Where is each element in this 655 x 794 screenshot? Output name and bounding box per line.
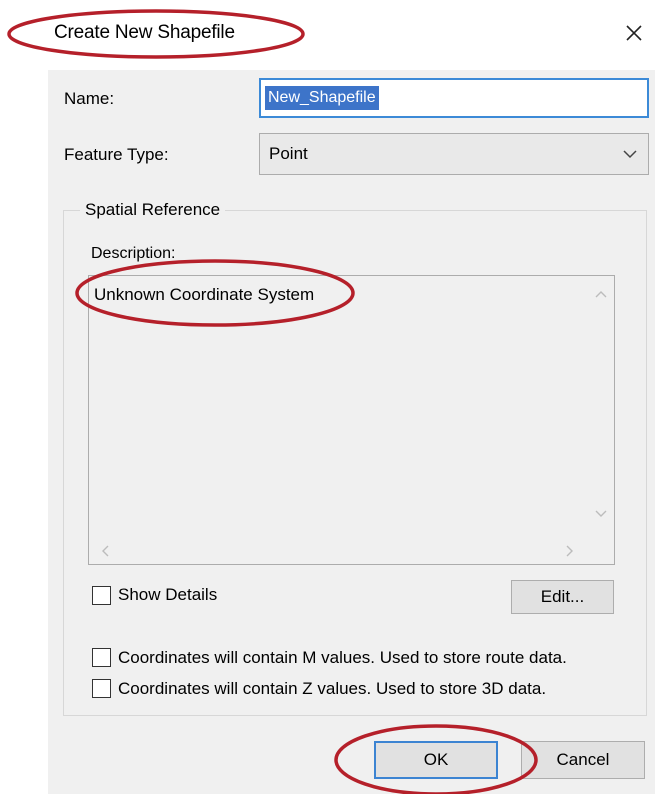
show-details-label: Show Details	[118, 585, 218, 604]
name-label: Name:	[64, 89, 115, 108]
close-icon	[626, 25, 642, 41]
name-input-value: New_Shapefile	[265, 86, 379, 110]
scroll-right-icon	[566, 545, 573, 557]
description-textarea[interactable]: Unknown Coordinate System	[88, 275, 615, 565]
scroll-down-icon	[595, 510, 607, 517]
z-values-label: Coordinates will contain Z values. Used …	[118, 679, 547, 698]
cancel-button[interactable]: Cancel	[521, 741, 645, 779]
m-values-label: Coordinates will contain M values. Used …	[118, 648, 567, 667]
feature-type-value: Point	[269, 144, 308, 163]
vertical-scrollbar[interactable]	[587, 276, 614, 536]
scroll-corner	[587, 536, 614, 564]
ok-button[interactable]: OK	[374, 741, 498, 779]
show-details-checkbox[interactable]	[92, 586, 111, 605]
dialog-title: Create New Shapefile	[54, 22, 235, 43]
feature-type-select[interactable]: Point	[259, 133, 649, 175]
ok-button-label: OK	[423, 750, 449, 769]
name-input[interactable]: New_Shapefile	[259, 78, 649, 118]
description-label: Description:	[91, 245, 176, 262]
feature-type-label: Feature Type:	[64, 145, 169, 164]
cancel-button-label: Cancel	[556, 750, 610, 769]
m-values-checkbox[interactable]	[92, 648, 111, 667]
chevron-down-icon	[623, 150, 637, 159]
title-bar: Create New Shapefile	[0, 0, 655, 70]
description-text: Unknown Coordinate System	[94, 285, 315, 304]
edit-button[interactable]: Edit...	[511, 580, 614, 614]
z-values-checkbox[interactable]	[92, 679, 111, 698]
horizontal-scrollbar[interactable]	[89, 536, 589, 564]
scroll-left-icon	[102, 545, 109, 557]
spatial-reference-title: Spatial Reference	[80, 200, 226, 220]
close-button[interactable]	[616, 15, 652, 51]
edit-button-label: Edit...	[540, 587, 585, 606]
scroll-up-icon	[595, 291, 607, 298]
